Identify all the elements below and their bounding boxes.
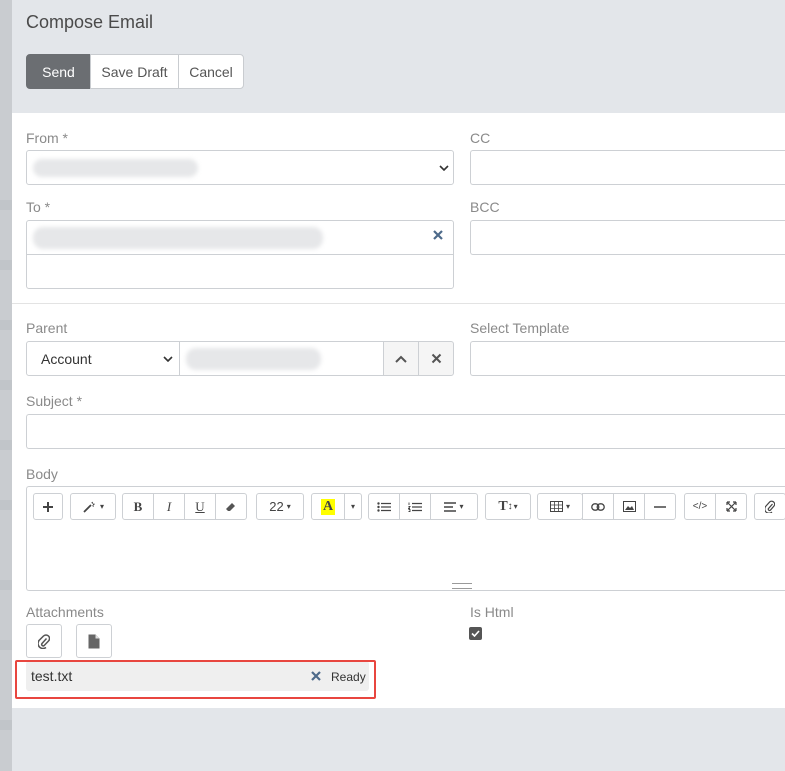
unordered-list-icon[interactable]	[368, 493, 400, 520]
parent-value-redacted	[186, 348, 321, 370]
magic-wand-icon[interactable]: ▾	[70, 493, 116, 520]
font-size-value: 22	[269, 499, 284, 514]
font-size-dropdown[interactable]: 22 ▾	[256, 493, 304, 520]
highlight-box	[15, 660, 376, 699]
parent-record-input[interactable]	[179, 341, 384, 376]
to-value-redacted	[33, 227, 323, 249]
code-view-icon[interactable]: </>	[684, 493, 716, 520]
attach-file-button[interactable]	[26, 624, 62, 658]
text-color-icon[interactable]: A	[311, 493, 345, 520]
background-overlay	[0, 0, 12, 771]
from-select[interactable]	[26, 150, 454, 185]
align-dropdown-icon[interactable]: ▾	[430, 493, 478, 520]
plus-icon[interactable]	[33, 493, 63, 520]
cc-label: CC	[470, 130, 491, 146]
cc-input[interactable]	[470, 150, 785, 185]
parent-label: Parent	[26, 320, 68, 336]
chevron-up-icon	[395, 355, 407, 363]
parent-select-button[interactable]	[383, 341, 419, 376]
text-height-icon[interactable]: T ↕ ▾	[485, 493, 531, 520]
ordered-list-icon[interactable]	[399, 493, 431, 520]
parent-type-value: Account	[41, 351, 92, 367]
fullscreen-icon[interactable]	[715, 493, 747, 520]
divider	[12, 303, 785, 304]
to-label: To *	[26, 199, 51, 215]
body-editor[interactable]: ▾ B I U 22 ▾ A ▾ ▾ T ↕ ▾ ▾ </>	[26, 486, 785, 591]
modal-title: Compose Email	[26, 12, 154, 32]
parent-type-select[interactable]: Account	[26, 341, 180, 376]
send-button[interactable]: Send	[26, 54, 91, 89]
text-color-dropdown-icon[interactable]: ▾	[344, 493, 362, 520]
parent-clear-button[interactable]	[418, 341, 454, 376]
subject-label: Subject *	[26, 393, 83, 409]
eraser-icon[interactable]	[215, 493, 247, 520]
chevron-down-icon	[163, 353, 173, 365]
action-buttons: Send Save Draft Cancel	[26, 54, 244, 89]
document-icon	[88, 634, 100, 648]
subject-input[interactable]	[26, 414, 785, 449]
bcc-label: BCC	[470, 199, 500, 215]
attach-document-button[interactable]	[76, 624, 112, 658]
is-html-label: Is Html	[470, 604, 514, 620]
close-icon[interactable]	[432, 228, 444, 246]
underline-icon[interactable]: U	[184, 493, 216, 520]
to-input[interactable]	[27, 255, 453, 288]
cancel-button[interactable]: Cancel	[178, 54, 244, 89]
image-icon[interactable]	[613, 493, 645, 520]
from-value-redacted	[33, 159, 198, 177]
attachments-label: Attachments	[26, 604, 104, 620]
select-template-input[interactable]	[470, 341, 785, 376]
to-field	[26, 220, 454, 289]
compose-email-modal: Compose Email Send Save Draft Cancel Fro…	[12, 0, 785, 771]
close-icon	[431, 353, 441, 364]
link-icon[interactable]	[582, 493, 614, 520]
resize-handle[interactable]	[452, 583, 472, 589]
horizontal-rule-icon[interactable]	[644, 493, 676, 520]
save-draft-button[interactable]: Save Draft	[90, 54, 179, 89]
modal-body: From * CC To * BCC Parent Account Select…	[12, 113, 785, 708]
bold-icon[interactable]: B	[122, 493, 154, 520]
to-recipient	[27, 221, 453, 255]
paperclip-icon	[38, 633, 50, 649]
attach-icon[interactable]	[754, 493, 785, 520]
table-icon[interactable]: ▾	[537, 493, 583, 520]
bcc-input[interactable]	[470, 220, 785, 255]
from-label: From *	[26, 130, 68, 146]
chevron-down-icon	[439, 162, 449, 174]
italic-icon[interactable]: I	[153, 493, 185, 520]
body-label: Body	[26, 466, 58, 482]
modal-header: Compose Email Send Save Draft Cancel	[12, 0, 785, 113]
select-template-label: Select Template	[470, 320, 570, 336]
is-html-checkbox[interactable]	[469, 627, 482, 640]
